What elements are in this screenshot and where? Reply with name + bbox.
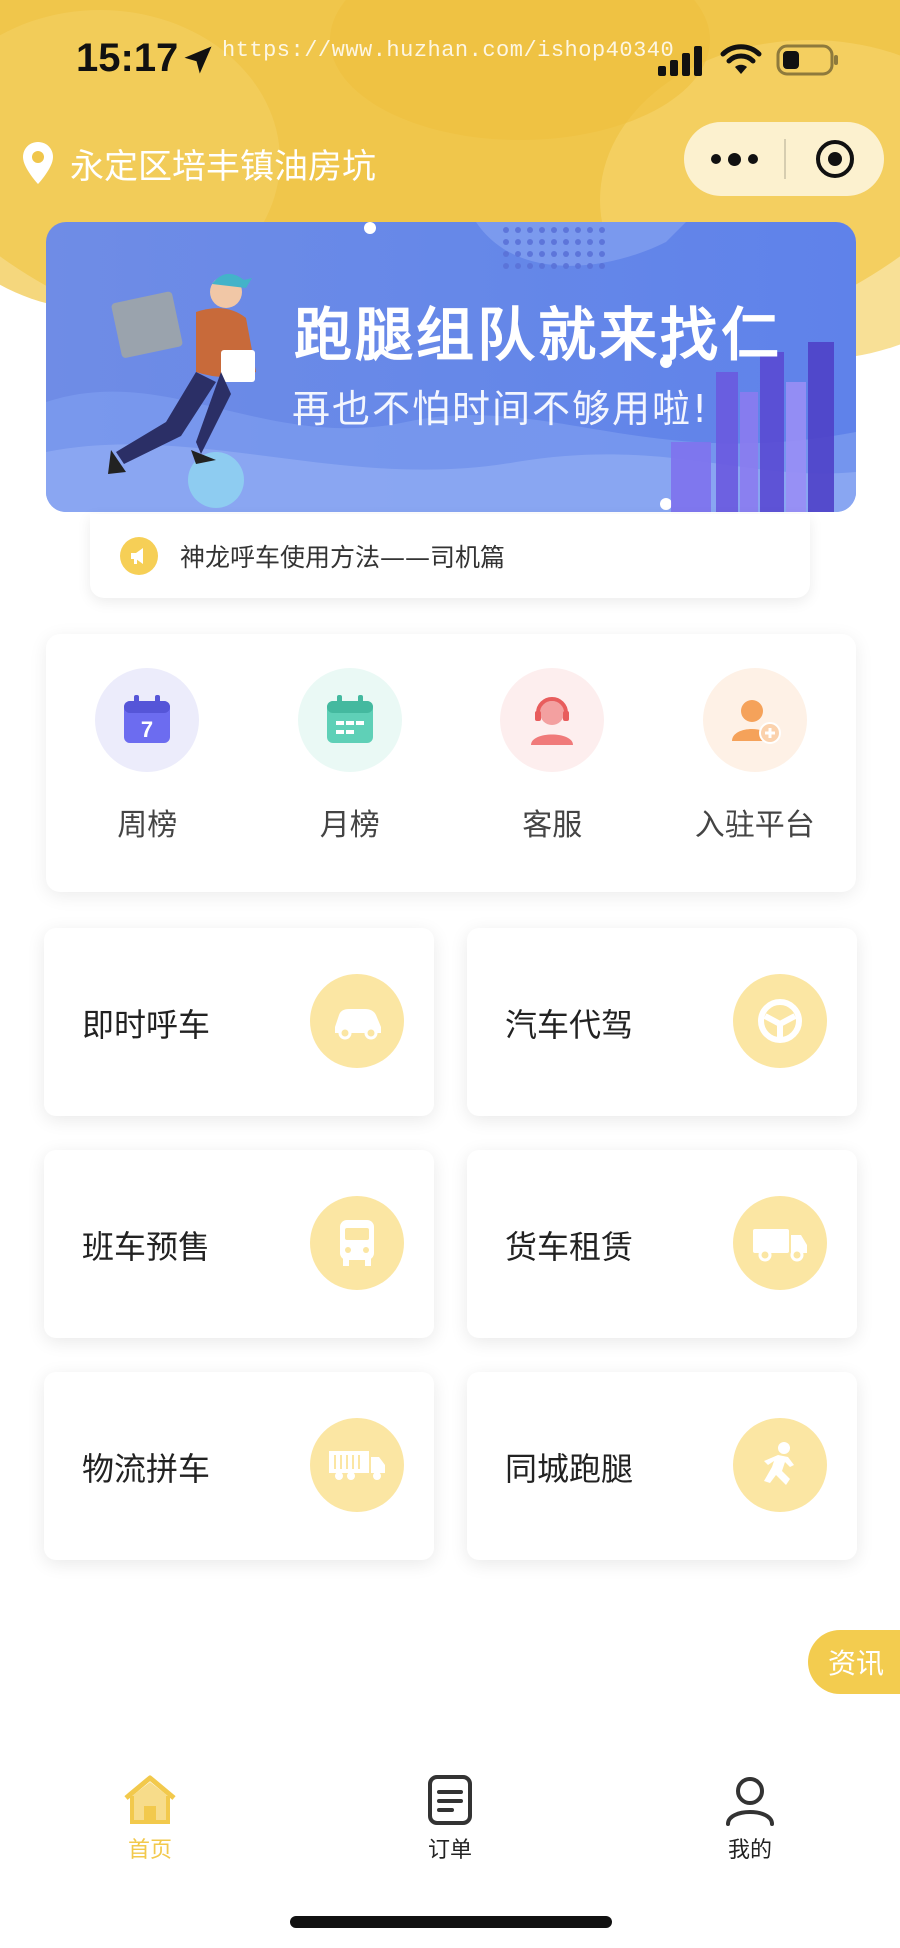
notice-text: 神龙呼车使用方法——司机篇 — [180, 543, 506, 572]
van-icon — [733, 1196, 827, 1290]
megaphone-icon — [120, 537, 158, 575]
tab-label: 订单 — [427, 1838, 472, 1863]
service-label: 班车预售 — [82, 1228, 211, 1266]
close-miniprogram-button[interactable] — [786, 122, 884, 196]
quick-nav-label: 入驻平台 — [694, 808, 815, 843]
service-card-instant-ride[interactable]: 即时呼车 — [44, 928, 434, 1116]
quick-nav-label: 月榜 — [319, 808, 380, 843]
service-label: 货车租赁 — [505, 1228, 634, 1266]
battery-icon — [776, 44, 838, 76]
target-close-icon — [816, 140, 854, 178]
service-card-city-errand[interactable]: 同城跑腿 — [467, 1372, 857, 1560]
service-card-designated-driver[interactable]: 汽车代驾 — [467, 928, 857, 1116]
service-label: 即时呼车 — [82, 1006, 211, 1044]
quick-nav-card: 7 周榜 月榜 客服 入驻平台 — [46, 634, 856, 892]
miniprogram-capsule — [684, 122, 884, 196]
customer-service-icon — [500, 668, 605, 772]
quick-nav-customer-service[interactable]: 客服 — [451, 634, 654, 892]
service-label: 汽车代驾 — [505, 1006, 634, 1044]
calendar-grid-icon — [297, 668, 402, 772]
tab-label: 我的 — [727, 1838, 772, 1863]
tab-orders[interactable]: 订单 — [300, 1760, 600, 1880]
profile-icon — [726, 1777, 774, 1826]
promo-banner[interactable]: 跑腿组队就来找仁 再也不怕时间不够用啦! — [46, 222, 856, 512]
status-bar: 15:17 https://www.huzhan.com/ishop40340 — [0, 0, 900, 110]
banner-title: 跑腿组队就来找仁 — [294, 301, 783, 369]
quick-nav-weekly-rank[interactable]: 7 周榜 — [46, 634, 249, 892]
quick-nav-label: 客服 — [522, 808, 583, 843]
tab-profile[interactable]: 我的 — [600, 1760, 900, 1880]
user-add-icon — [702, 668, 807, 772]
service-card-logistics-carpool[interactable]: 物流拼车 — [44, 1372, 434, 1560]
order-list-icon — [428, 1775, 472, 1825]
location-arrow-icon — [184, 46, 212, 74]
runner-icon — [733, 1418, 827, 1512]
service-label: 同城跑腿 — [505, 1450, 634, 1488]
banner-subtitle: 再也不怕时间不够用啦! — [292, 387, 710, 431]
notice-bar[interactable]: 神龙呼车使用方法——司机篇 — [90, 514, 810, 598]
watermark-text: https://www.huzhan.com/ishop40340 — [222, 38, 675, 63]
location-selector[interactable]: 永定区培丰镇油房坑 — [20, 138, 376, 188]
location-pin-icon — [23, 142, 53, 184]
bus-icon — [310, 1196, 404, 1290]
news-button-label: 资讯 — [828, 1647, 885, 1680]
calendar-7-icon: 7 — [95, 668, 200, 772]
tab-home[interactable]: 首页 — [0, 1760, 300, 1880]
more-dots-icon[interactable] — [684, 122, 784, 196]
home-icon — [124, 1775, 176, 1824]
quick-nav-monthly-rank[interactable]: 月榜 — [249, 634, 452, 892]
cellular-signal-icon — [658, 46, 702, 76]
service-card-truck-rental[interactable]: 货车租赁 — [467, 1150, 857, 1338]
steering-wheel-icon — [733, 974, 827, 1068]
status-time: 15:17 — [76, 36, 179, 80]
service-label: 物流拼车 — [82, 1450, 211, 1488]
wifi-icon — [720, 44, 762, 74]
quick-nav-join-platform[interactable]: 入驻平台 — [654, 634, 857, 892]
location-text: 永定区培丰镇油房坑 — [70, 146, 376, 187]
home-indicator — [290, 1916, 612, 1928]
service-card-shuttle-presale[interactable]: 班车预售 — [44, 1150, 434, 1338]
quick-nav-label: 周榜 — [117, 808, 178, 843]
news-float-button[interactable]: 资讯 — [808, 1630, 900, 1694]
svg-text:7: 7 — [141, 717, 153, 742]
tab-label: 首页 — [127, 1838, 172, 1863]
bottom-tab-bar: 首页 订单 我的 — [0, 1760, 900, 1880]
truck-icon — [310, 1418, 404, 1512]
car-icon — [310, 974, 404, 1068]
